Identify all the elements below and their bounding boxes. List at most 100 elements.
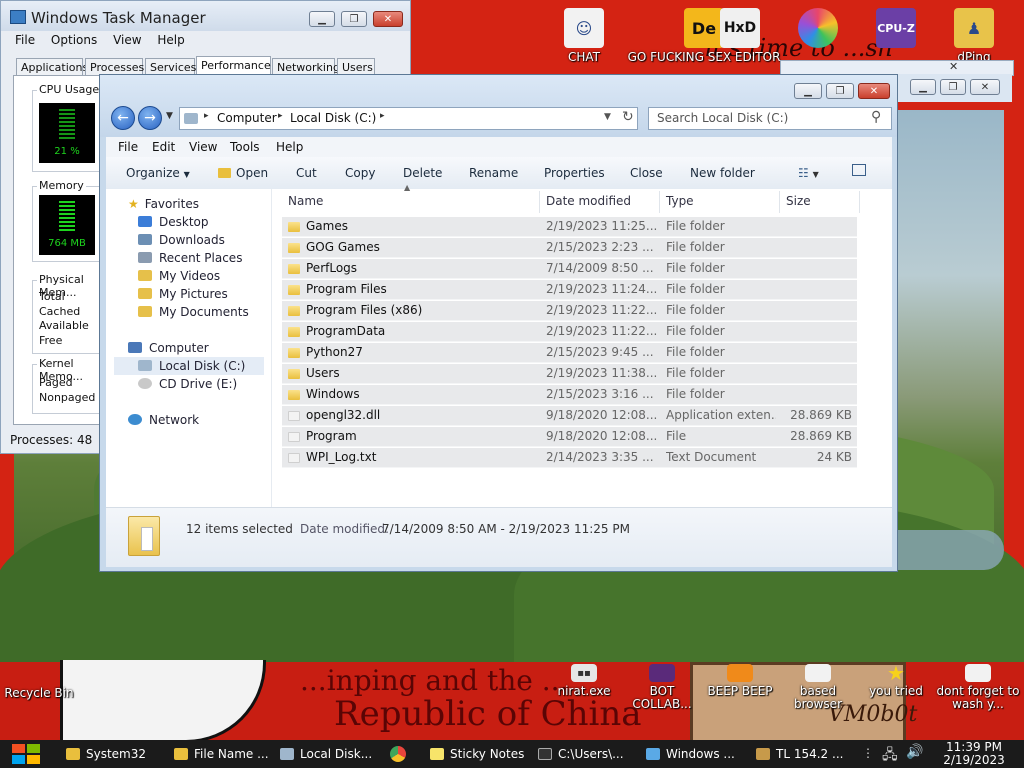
minimize-button[interactable]: ▁ [309,11,335,27]
start-button[interactable] [10,742,44,766]
nav-cd-drive[interactable]: CD Drive (E:) [138,377,237,391]
menu-file[interactable]: File [15,33,35,47]
nav-favorites[interactable]: ★ Favorites [128,197,199,211]
preview-pane-icon[interactable] [852,164,866,176]
desktop-icon-based-browser[interactable]: based browser [780,664,856,711]
new-folder-button[interactable]: New folder [690,166,755,180]
column-type[interactable]: Type [660,191,780,213]
file-row[interactable]: Users 2/19/2023 11:38... File folder [282,364,857,384]
taskbar-item-tl[interactable]: TL 154.2 ... [756,742,852,766]
close-button[interactable]: ✕ [970,79,1000,95]
explorer-titlebar[interactable]: ▁ ❐ ✕ ← → ▼ ▸ Computer ▸ Local Disk (C:)… [100,75,897,137]
desktop-icon-ring[interactable] [780,8,856,51]
file-row[interactable]: Program Files (x86) 2/19/2023 11:22... Fil… [282,301,857,321]
file-row[interactable]: Python27 2/15/2023 9:45 ... File folder [282,343,857,363]
close-button[interactable]: ✕ [858,83,890,99]
column-size[interactable]: Size [780,191,860,213]
nav-my-pictures[interactable]: My Pictures [138,287,228,301]
maximize-button[interactable]: ❐ [940,79,966,95]
taskbar-item-chrome[interactable] [390,742,412,766]
refresh-icon[interactable]: ↻ [622,109,634,125]
minimize-button[interactable]: ▁ [794,83,822,99]
nav-downloads[interactable]: Downloads [138,233,225,247]
taskbar-item-local-disk[interactable]: Local Disk... [280,742,380,766]
taskbar-item-file-name[interactable]: File Name ... [174,742,270,766]
menu-help[interactable]: Help [276,140,303,154]
column-name[interactable]: Name [282,191,540,213]
back-button[interactable]: ← [111,106,135,130]
file-row[interactable]: Windows 2/15/2023 3:16 ... File folder [282,385,857,405]
file-row[interactable]: Program Files 2/19/2023 11:24... File fold… [282,280,857,300]
nav-my-videos[interactable]: My Videos [138,269,220,283]
address-bar[interactable]: ▸ Computer ▸ Local Disk (C:) ▸ ▼ ↻ [179,107,638,130]
taskbar-item-task-manager[interactable]: Windows ... [646,742,746,766]
close-selection-button[interactable]: Close [630,166,663,180]
recent-pages-dropdown[interactable]: ▼ [166,111,173,121]
file-row[interactable]: Program 9/18/2020 12:08... File 28.869 KB [282,427,857,447]
menu-view[interactable]: View [189,140,217,154]
copy-button[interactable]: Copy [345,166,375,180]
desktop-icon-hxd[interactable]: HxD [702,8,778,51]
file-row[interactable]: WPI_Log.txt 2/14/2023 3:35 ... Text Docume… [282,448,857,468]
network-tray-icon[interactable]: 🖧 [882,744,898,768]
tab-users[interactable]: Users [337,58,375,75]
search-icon[interactable]: ⚲ [871,109,881,125]
nav-local-disk-selected[interactable]: Local Disk (C:) [114,357,264,375]
desktop-icon-wash-note[interactable]: dont forget to wash y... [936,664,1020,711]
close-button[interactable]: ✕ [373,11,403,27]
open-button[interactable]: Open [218,166,268,180]
search-box[interactable]: Search Local Disk (C:) ⚲ [648,107,892,130]
column-date-modified[interactable]: Date modified [540,191,660,213]
rename-button[interactable]: Rename [469,166,518,180]
close-icon[interactable]: ✕ [949,60,958,73]
system-clock[interactable]: 11:39 PM 2/19/2023 [934,741,1014,767]
maximize-button[interactable]: ❐ [341,11,367,27]
file-row[interactable]: opengl32.dll 9/18/2020 12:08... Applicatio… [282,406,857,426]
nav-desktop[interactable]: Desktop [138,215,209,229]
desktop-icon-beep[interactable]: BEEP BEEP [702,664,778,698]
volume-icon[interactable]: 🔊 [906,744,923,760]
maximize-button[interactable]: ❐ [826,83,854,99]
task-manager-titlebar[interactable]: Windows Task Manager ▁ ❐ ✕ [1,1,410,31]
nav-recent-places[interactable]: Recent Places [138,251,242,265]
taskbar-item-system32[interactable]: System32 [66,742,164,766]
menu-options[interactable]: Options [51,33,97,47]
cut-button[interactable]: Cut [296,166,317,180]
file-row[interactable]: GOG Games 2/15/2023 2:23 ... File folder [282,238,857,258]
desktop-icon-bot-collab[interactable]: BOT COLLAB... [624,664,700,711]
organize-button[interactable]: Organize ▼ [126,166,190,180]
minimize-button[interactable]: ▁ [910,79,936,95]
nav-computer[interactable]: Computer [128,341,209,355]
file-row[interactable]: ProgramData 2/19/2023 11:22... File folder [282,322,857,342]
file-row[interactable]: Games 2/19/2023 11:25... File folder [282,217,857,237]
nav-my-documents[interactable]: My Documents [138,305,249,319]
taskbar-item-sticky-notes[interactable]: Sticky Notes [430,742,528,766]
tab-networking[interactable]: Networking [272,58,340,75]
tab-performance[interactable]: Performance [196,56,271,75]
menu-help[interactable]: Help [157,33,184,47]
breadcrumb-local-disk[interactable]: Local Disk (C:) [290,111,376,125]
tab-processes[interactable]: Processes [85,58,144,75]
nav-network[interactable]: Network [128,413,199,427]
menu-edit[interactable]: Edit [152,140,175,154]
breadcrumb-computer[interactable]: Computer [217,111,277,125]
address-dropdown-icon[interactable]: ▼ [604,112,611,122]
desktop-icon-dping[interactable]: ♟ dPing [936,8,1012,64]
menu-file[interactable]: File [118,140,138,154]
desktop-icon-you-tried[interactable]: ★ you tried [858,663,934,698]
desktop-icon-chat[interactable]: ☺ CHAT [546,8,622,64]
desktop-icon-nirat[interactable]: ▪▪ nirat.exe [546,664,622,698]
tab-applications[interactable]: Applications [16,58,88,75]
file-row[interactable]: PerfLogs 7/14/2009 8:50 ... File folder [282,259,857,279]
menu-view[interactable]: View [113,33,141,47]
forward-button[interactable]: → [138,106,162,130]
menu-tools[interactable]: Tools [230,140,260,154]
more-options-icon[interactable]: ⋮ [862,746,874,760]
tab-services[interactable]: Services [145,58,196,75]
desktop-icon-recycle-bin[interactable]: Recycle Bin [1,660,77,700]
desktop-icon-cpuz[interactable]: CPU-Z [858,8,934,51]
taskbar-item-cmd[interactable]: C:\Users\... [538,742,634,766]
view-options-icon[interactable]: ☷ ▼ [798,166,819,180]
delete-button[interactable]: Delete [403,166,442,180]
properties-button[interactable]: Properties [544,166,605,180]
